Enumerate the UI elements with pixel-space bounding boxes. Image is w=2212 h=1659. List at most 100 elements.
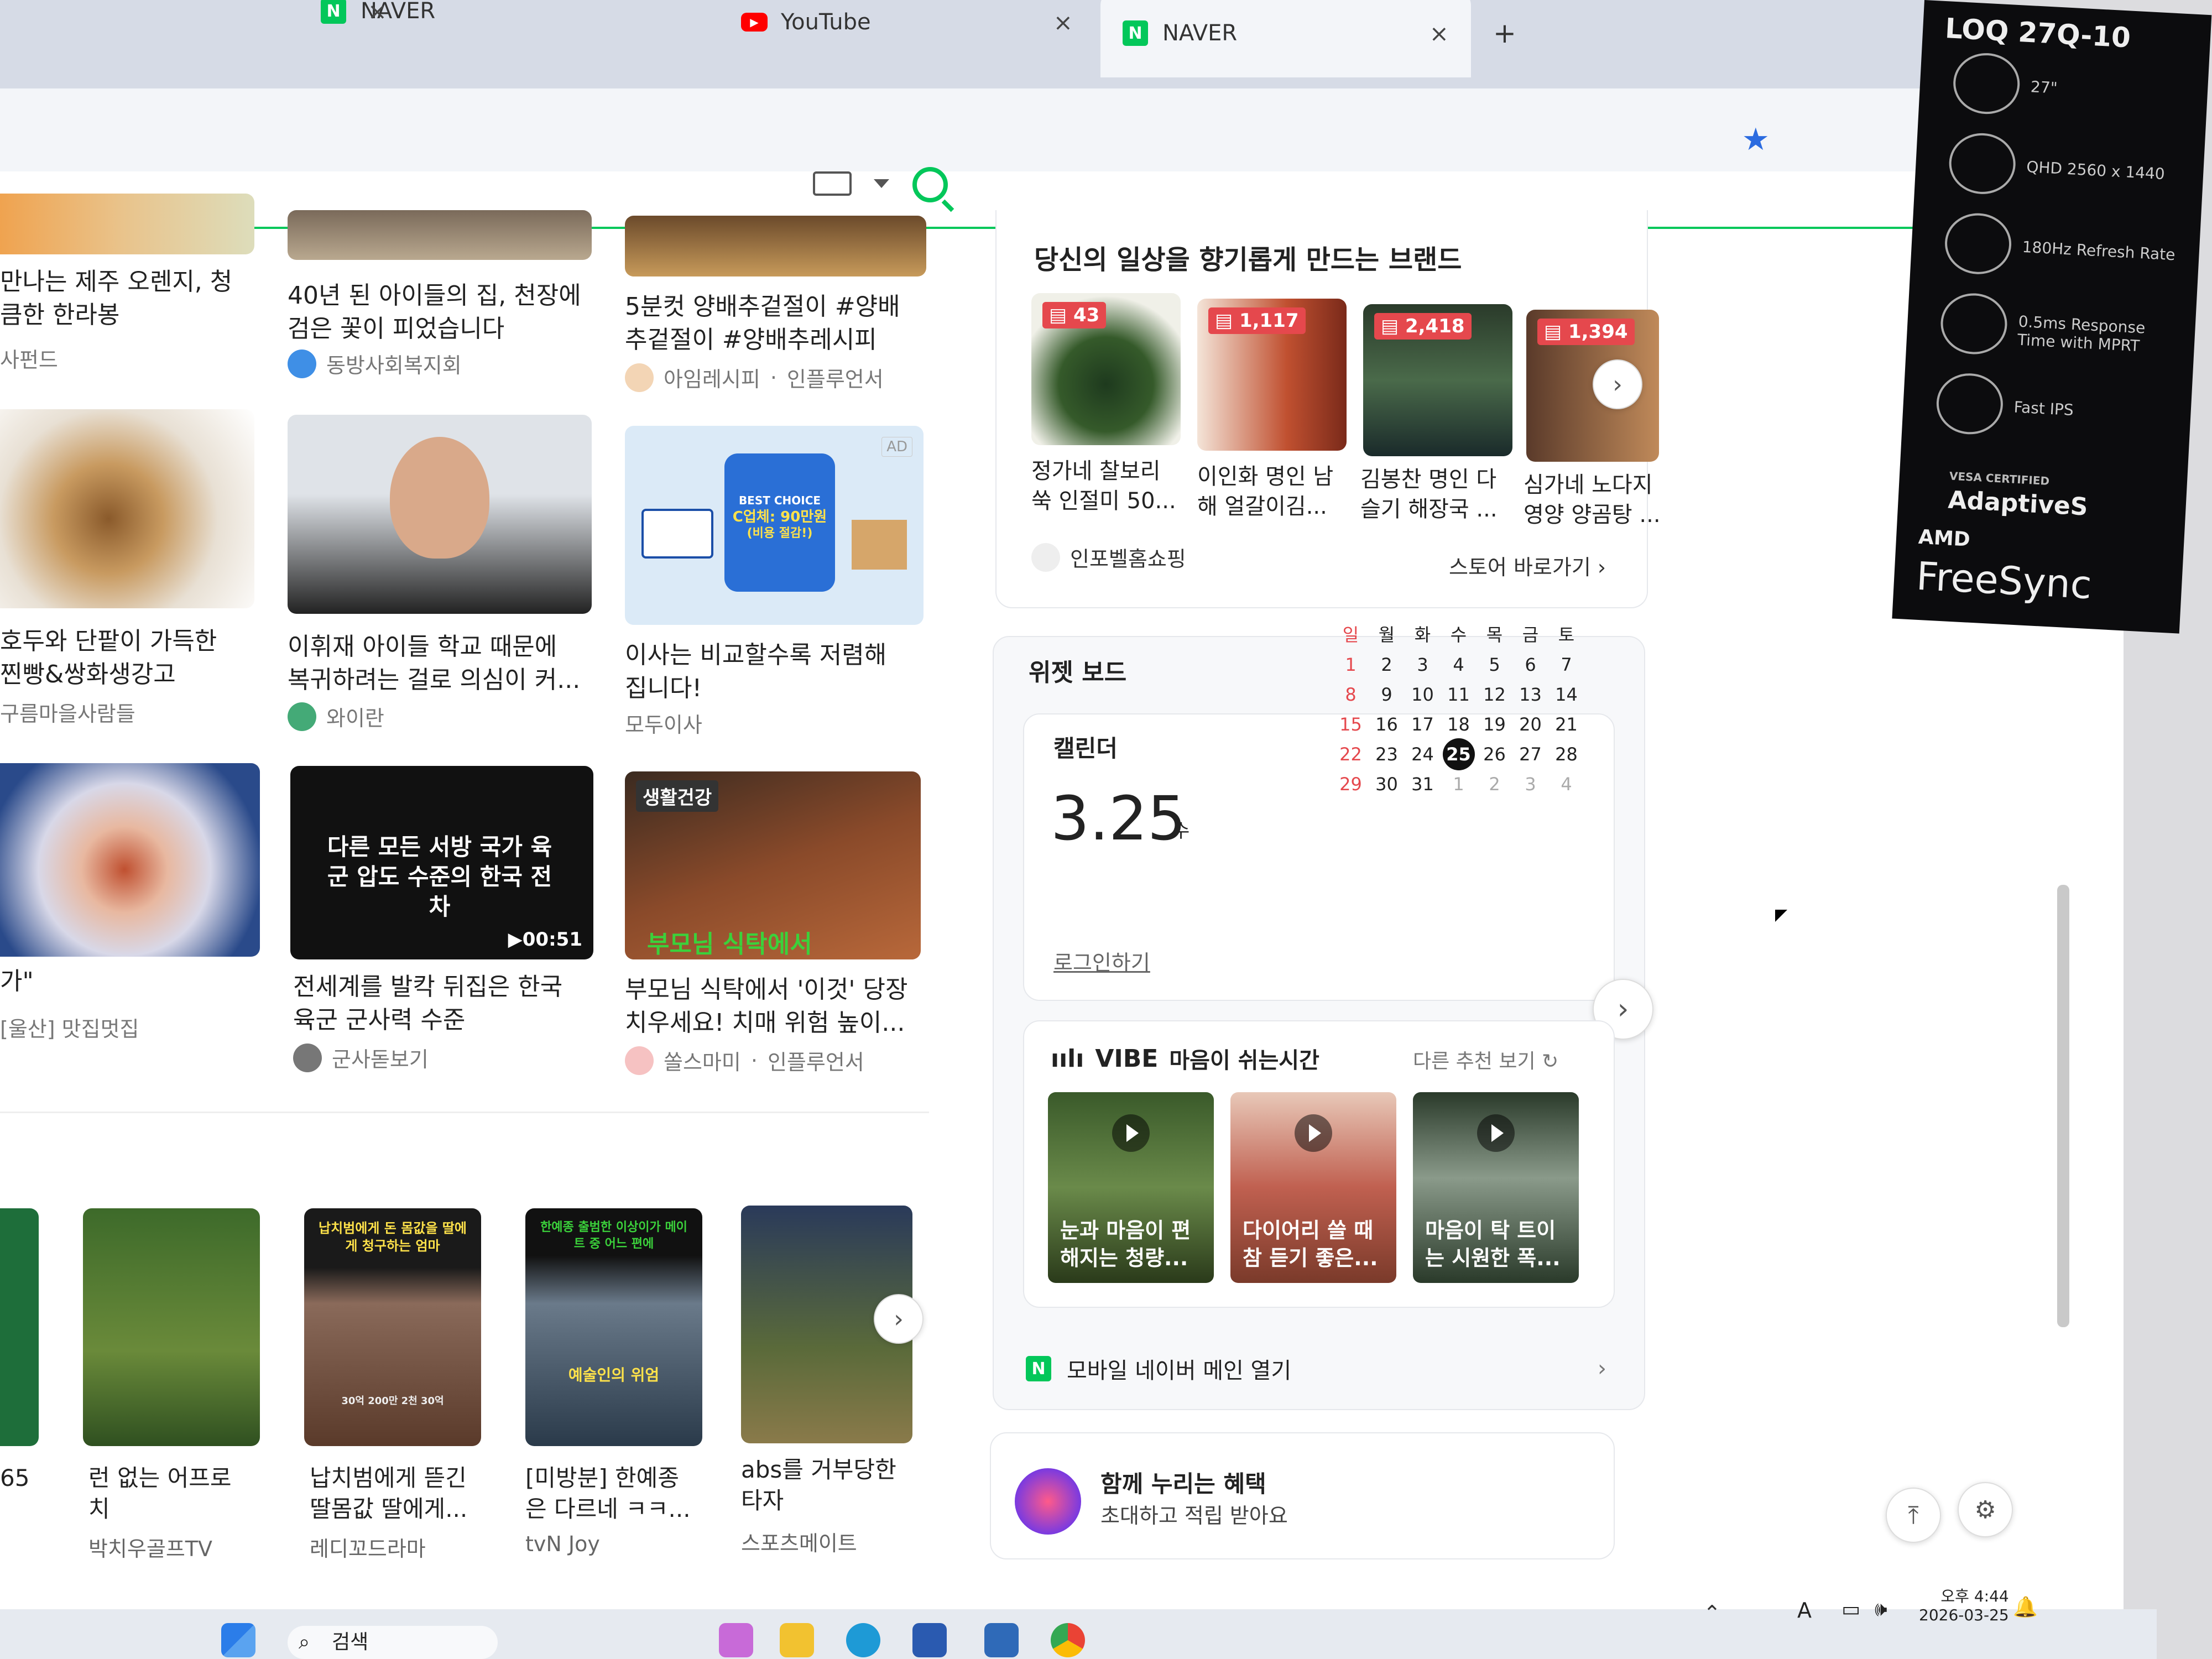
notification-bell-icon[interactable]: 🔔 (2013, 1595, 2038, 1619)
brand-item-title[interactable]: 김봉찬 명인 다 슬기 해장국 ... (1360, 465, 1498, 524)
scrollbar[interactable] (2057, 885, 2069, 1327)
feed-thumb[interactable] (288, 210, 592, 260)
network-icon[interactable]: ▭ (1841, 1598, 1860, 1621)
feed-thumb-ad[interactable]: AD BEST CHOICE C업체: 90만원 (비용 절감!) (625, 426, 924, 625)
edge-icon[interactable] (846, 1623, 880, 1657)
new-tab-button[interactable]: + (1471, 0, 1538, 77)
feed-thumb[interactable] (625, 216, 926, 276)
calendar-day[interactable]: 6 (1512, 652, 1548, 677)
login-link[interactable]: 로그인하기 (1053, 946, 1150, 976)
file-explorer-icon[interactable] (780, 1623, 814, 1657)
close-tab-icon[interactable]: × (368, 0, 387, 25)
calendar-day[interactable]: 12 (1477, 682, 1512, 707)
vibe-video[interactable]: 마음이 탁 트이 는 시원한 폭... (1413, 1092, 1579, 1283)
feed-thumb[interactable] (0, 194, 254, 254)
feed-title[interactable]: 이휘재 아이들 학교 때문에 복귀하려는 걸로 의심이 커... (288, 630, 580, 697)
calendar-day[interactable]: 3 (1512, 771, 1548, 797)
calendar-day[interactable]: 8 (1333, 682, 1369, 707)
calendar-day[interactable]: 9 (1369, 682, 1405, 707)
volume-icon[interactable]: 🕪 (1875, 1598, 1887, 1621)
brand-thumb[interactable]: ▤ 43 (1031, 293, 1181, 445)
calendar-day[interactable]: 2 (1369, 652, 1405, 677)
calendar-day[interactable]: 2 (1477, 771, 1512, 797)
shorts-title[interactable]: 납치범에게 뜯긴 딸몸값 딸에게... (310, 1463, 467, 1525)
calendar-day[interactable]: 18 (1441, 712, 1477, 737)
shorts-thumb[interactable]: 한예종 출범한 이상이가 메이트 중 어느 편에 예술인의 위엄 (525, 1208, 702, 1446)
tab-youtube[interactable]: ▶ YouTube × (719, 0, 1095, 66)
calendar-day[interactable]: 4 (1548, 771, 1584, 797)
calendar-day[interactable]: 27 (1512, 742, 1548, 767)
calendar-day[interactable]: 7 (1548, 652, 1584, 677)
ime-indicator[interactable]: A (1797, 1598, 1812, 1623)
benefit-card[interactable] (990, 1432, 1615, 1559)
calendar-day[interactable]: 25 (1441, 738, 1477, 770)
calendar-day[interactable]: 14 (1548, 682, 1584, 707)
feed-thumb-video[interactable]: 다른 모든 서방 국가 육군 압도 수준의 한국 전차 ▶00:51 (290, 766, 593, 959)
close-tab-icon[interactable]: × (1430, 20, 1449, 47)
calendar-day[interactable]: 21 (1548, 712, 1584, 737)
vibe-video[interactable]: 다이어리 쓸 때참 듣기 좋은... (1230, 1092, 1396, 1283)
feed-title[interactable]: 40년 된 아이들의 집, 천장에 검은 꽃이 피었습니다 (288, 279, 581, 346)
shorts-thumb[interactable]: 납치범에게 돈 몸값을 딸에게 청구하는 엄마 30억 200만 2천 30억 (304, 1208, 481, 1446)
feed-title[interactable]: 부모님 식탁에서 '이것' 당장 치우세요! 치매 위험 높이... (625, 973, 907, 1040)
calendar-today[interactable]: 25 (1442, 738, 1475, 770)
calendar-day[interactable]: 26 (1477, 742, 1512, 767)
calendar-day[interactable]: 10 (1405, 682, 1441, 707)
calendar-day[interactable]: 4 (1441, 652, 1477, 677)
feed-thumb[interactable]: 생활건강 부모님 식탁에서 (625, 771, 921, 959)
shorts-next-button[interactable]: › (874, 1294, 924, 1344)
feed-title[interactable]: 만나는 제주 오렌지, 청 큼한 한라봉 (0, 265, 232, 332)
calendar-day[interactable]: 24 (1405, 742, 1441, 767)
calendar-day[interactable]: 13 (1512, 682, 1548, 707)
calendar-day[interactable]: 19 (1477, 712, 1512, 737)
calendar-day[interactable]: 1 (1333, 652, 1369, 677)
shorts-title[interactable]: abs를 거부당한 타자 (741, 1454, 896, 1516)
feed-title[interactable]: 호두와 단팥이 가득한 찐빵&쌍화생강고 (0, 625, 217, 691)
calendar-day[interactable]: 22 (1333, 742, 1369, 767)
copilot-icon[interactable] (719, 1623, 753, 1657)
tray-chevron-icon[interactable]: ⌃ (1703, 1601, 1721, 1625)
bookmark-star-icon[interactable]: ★ (1742, 122, 1770, 158)
keyboard-icon[interactable] (813, 171, 852, 196)
chevron-down-icon[interactable] (874, 179, 889, 188)
taskbar-search[interactable]: ⌕ 검색 (288, 1626, 498, 1659)
store-link[interactable]: 스토어 바로가기 › (1449, 550, 1606, 581)
outlook-icon[interactable] (984, 1623, 1019, 1657)
calendar-day[interactable]: 1 (1441, 771, 1477, 797)
clock[interactable]: 오후 4:44 2026-03-25 (1919, 1587, 2009, 1625)
brand-store[interactable]: 인포벨홈쇼핑 (1031, 542, 1186, 572)
mobile-naver-link[interactable]: N 모바일 네이버 메인 열기 › (1026, 1347, 1606, 1391)
feed-title[interactable]: 전세계를 발칵 뒤집은 한국 육군 군사력 수준 (293, 971, 562, 1037)
calendar-day[interactable]: 29 (1333, 771, 1369, 797)
feed-title[interactable]: 5분컷 양배추겉절이 #양배 추겉절이 #양배추레시피 (625, 290, 900, 357)
calendar-day[interactable]: 23 (1369, 742, 1405, 767)
calendar-day[interactable]: 16 (1369, 712, 1405, 737)
chrome-icon[interactable] (1051, 1623, 1085, 1657)
vibe-more-button[interactable]: 다른 추천 보기 ↻ (1413, 1045, 1558, 1074)
calendar-day[interactable]: 20 (1512, 712, 1548, 737)
feed-title[interactable]: 이사는 비교할수록 저렴해 집니다! (625, 639, 886, 705)
vibe-video[interactable]: 눈과 마음이 편 해지는 청량... (1048, 1092, 1214, 1283)
shorts-thumb[interactable] (0, 1208, 39, 1446)
brand-thumb[interactable]: ▤ 1,117 (1197, 299, 1347, 451)
shorts-title[interactable]: [미방분] 한예종 은 다르네 ㅋㅋ... (525, 1463, 691, 1525)
settings-gear-icon[interactable]: ⚙ (1958, 1482, 2013, 1537)
shorts-thumb[interactable] (83, 1208, 260, 1446)
tab-naver-active[interactable]: N NAVER × (1100, 0, 1471, 77)
brand-item-title[interactable]: 이인화 명인 남해 얼갈이김... (1197, 462, 1333, 521)
calendar-day[interactable]: 28 (1548, 742, 1584, 767)
brand-item-title[interactable]: 정가네 찰보리 쑥 인절미 50... (1031, 456, 1176, 516)
calendar-day[interactable]: 3 (1405, 652, 1441, 677)
feed-thumb[interactable] (0, 409, 254, 608)
feed-title[interactable]: 가" (0, 965, 34, 998)
feed-thumb[interactable] (0, 763, 260, 957)
shorts-title[interactable]: 런 없는 어프로 치 (88, 1463, 232, 1525)
feed-thumb[interactable] (288, 415, 592, 614)
calendar-day[interactable]: 31 (1405, 771, 1441, 797)
calendar-day[interactable]: 17 (1405, 712, 1441, 737)
search-icon[interactable] (912, 167, 948, 202)
calendar-day[interactable]: 11 (1441, 682, 1477, 707)
address-bar[interactable]: ★ (0, 88, 1947, 171)
windows-start-icon[interactable] (221, 1623, 255, 1657)
brand-thumb[interactable]: ▤ 2,418 (1363, 304, 1512, 456)
